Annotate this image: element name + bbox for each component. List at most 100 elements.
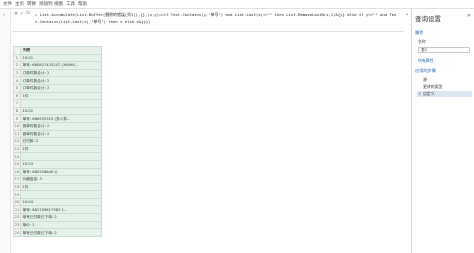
table-cell[interactable] xyxy=(19,152,103,161)
all-properties-link[interactable]: 所有属性 xyxy=(418,58,434,64)
grid-body: 1 10:01 2 单号: 680827435207 (36498... 3 订单件数合计… xyxy=(13,53,103,237)
row-number[interactable]: 10 xyxy=(13,121,21,131)
row-number[interactable]: 21 xyxy=(13,205,21,215)
menu-view[interactable]: 视图 xyxy=(54,1,63,7)
query-name-input[interactable]: 表2 xyxy=(418,47,470,53)
data-grid: 列表 1 10:01 2 单号: 680827435207 (36498... 3 订单件… xyxy=(13,46,103,237)
row-number[interactable]: 11 xyxy=(13,129,21,139)
table-row: 17 价格信息: 3 xyxy=(13,175,103,184)
name-label: 名称 xyxy=(418,39,426,44)
table-row: 18 1件 xyxy=(13,182,103,192)
row-number[interactable]: 14 xyxy=(13,152,21,161)
menu-transform[interactable]: 转换 xyxy=(27,1,36,7)
table-cell[interactable]: 单号: 686920310 (多入件... xyxy=(19,114,103,123)
table-cell[interactable]: 单号: 680827435207 (36498... xyxy=(19,61,103,70)
query-settings-pane: 查询设置 ✕ 属性 名称 表2 所有属性 应用的步骤 源 更改的类型 ✕ 自定义 xyxy=(411,9,474,253)
menu-home[interactable]: 主页 xyxy=(15,1,24,7)
table-row: 9 单号: 686920310 (多入件... xyxy=(13,114,103,123)
table-cell[interactable] xyxy=(19,99,103,108)
applied-step[interactable]: 更改的类型 xyxy=(417,84,472,90)
row-number[interactable]: 7 xyxy=(13,99,21,108)
queries-collapsed-nav[interactable]: › xyxy=(0,9,11,253)
table-row: 23 单价: 2 xyxy=(13,220,103,230)
table-row: 4 订单件数合计: 2 xyxy=(13,76,103,85)
formula-input[interactable]: = List.Accumulate(List.Buffer(删除的错误[列1])… xyxy=(35,11,400,25)
table-cell[interactable]: 10:04 xyxy=(19,197,103,207)
table-cell[interactable]: 订单件数合计: 2 xyxy=(19,68,103,78)
expand-formula-bar-icon[interactable]: ⌄ xyxy=(405,11,409,17)
table-row: 15 10:03 xyxy=(13,159,103,169)
table-cell[interactable]: 价格信息: 3 xyxy=(19,175,103,184)
menu-tools[interactable]: 工具 xyxy=(66,1,75,7)
step-settings-icon[interactable]: ✕ xyxy=(418,91,421,97)
row-number[interactable]: 3 xyxy=(13,68,21,78)
table-cell[interactable]: 单价: 2 xyxy=(19,220,103,230)
table-row: 22 单号已付款已下单: 2 xyxy=(13,213,103,222)
row-number[interactable]: 19 xyxy=(13,190,21,199)
row-number[interactable]: 1 xyxy=(13,53,21,63)
row-number[interactable]: 12 xyxy=(13,137,21,146)
table-cell[interactable]: 订单件数合计: 2 xyxy=(19,83,103,93)
close-pane-icon[interactable]: ✕ xyxy=(467,13,471,19)
table-row: 24 单号已付款已下单: 2 xyxy=(13,228,103,237)
table-row: 10 首单件数合计: 2 xyxy=(13,121,103,131)
table-row: 7 xyxy=(13,99,103,108)
table-cell[interactable]: 10:03 xyxy=(19,159,103,169)
table-cell[interactable]: 10:01 xyxy=(19,53,103,63)
row-number[interactable]: 24 xyxy=(13,228,21,237)
table-row: 6 1件 xyxy=(13,91,103,101)
table-cell[interactable]: 订单件数合计: 2 xyxy=(19,76,103,85)
row-number[interactable]: 9 xyxy=(13,114,21,123)
row-number[interactable]: 23 xyxy=(13,220,21,230)
row-number[interactable]: 13 xyxy=(13,144,21,154)
menu-add-column[interactable]: 添加列 xyxy=(39,1,53,7)
row-number[interactable]: 15 xyxy=(13,159,21,169)
table-cell[interactable]: 首单件数合计: 2 xyxy=(19,121,103,131)
row-number[interactable]: 18 xyxy=(13,182,21,192)
menu-file[interactable]: 文件 xyxy=(3,1,12,7)
commit-formula-icon[interactable]: ✓ xyxy=(20,11,24,17)
fx-icon: fx xyxy=(26,11,31,16)
applied-step[interactable]: 源 xyxy=(417,77,472,83)
applied-step-label: 自定义 xyxy=(423,91,435,96)
table-row: 13 1件 xyxy=(13,144,103,154)
column-header-list[interactable]: 列表 xyxy=(19,46,103,55)
table-row: 8 10:02 xyxy=(13,106,103,116)
table-cell[interactable]: 1件 xyxy=(19,144,103,154)
applied-step-selected[interactable]: ✕ 自定义 xyxy=(417,91,472,97)
row-number[interactable]: 20 xyxy=(13,197,21,207)
row-number[interactable]: 5 xyxy=(13,83,21,93)
row-number[interactable]: 2 xyxy=(13,61,21,70)
table-cell[interactable]: 单号已付款已下单: 2 xyxy=(19,228,103,237)
expand-queries-icon[interactable]: › xyxy=(3,12,5,18)
table-cell[interactable]: 1件 xyxy=(19,91,103,101)
table-cell[interactable]: 10:02 xyxy=(19,106,103,116)
table-cell[interactable]: 单号: 681709817983 1... xyxy=(19,205,103,215)
table-cell[interactable]: 已付款: 2 xyxy=(19,137,103,146)
table-row: 5 订单件数合计: 2 xyxy=(13,83,103,93)
table-row: 21 单号: 681709817983 1... xyxy=(13,205,103,215)
applied-steps-section-header[interactable]: 应用的步骤 xyxy=(415,68,436,74)
table-row: 1 10:01 xyxy=(13,53,103,63)
row-number[interactable]: 17 xyxy=(13,175,21,184)
row-number[interactable]: 16 xyxy=(13,167,21,177)
applied-step-label: 源 xyxy=(423,77,427,82)
table-row: 12 已付款: 2 xyxy=(13,137,103,146)
applied-step-label: 更改的类型 xyxy=(423,84,443,89)
row-number[interactable]: 22 xyxy=(13,213,21,222)
table-cell[interactable]: 1件 xyxy=(19,182,103,192)
row-number[interactable]: 4 xyxy=(13,76,21,85)
properties-section-header[interactable]: 属性 xyxy=(415,30,423,36)
table-cell[interactable]: 单号已付款已下单: 2 xyxy=(19,213,103,222)
menu-help[interactable]: 帮助 xyxy=(78,1,87,7)
table-row: 3 订单件数合计: 2 xyxy=(13,68,103,78)
cancel-formula-icon[interactable]: ✕ xyxy=(14,11,18,17)
pane-title: 查询设置 xyxy=(415,15,441,23)
table-corner-icon[interactable] xyxy=(13,46,21,55)
row-number[interactable]: 8 xyxy=(13,106,21,116)
row-number[interactable]: 6 xyxy=(13,91,21,101)
table-cell[interactable]: 首单件数合计: 2 xyxy=(19,129,103,139)
table-cell[interactable] xyxy=(19,190,103,199)
table-cell[interactable]: 单号: 680326840 () xyxy=(19,167,103,177)
formula-bar: ✕ ✓ fx = List.Accumulate(List.Buffer(删除的… xyxy=(12,9,409,32)
